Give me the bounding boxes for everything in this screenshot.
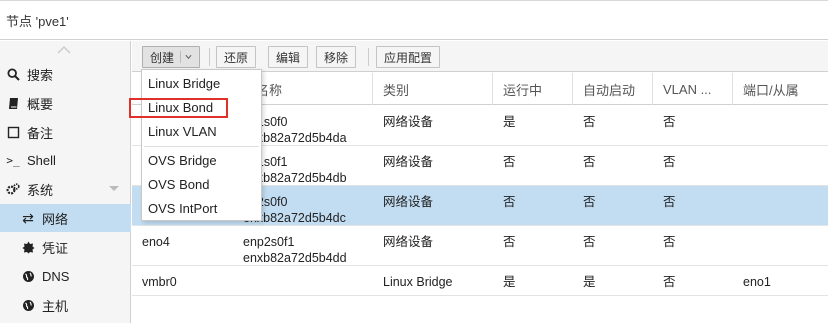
cell-autostart: 否: [583, 235, 596, 249]
cell-alt-name: enp2s0f1 enxb82a72d5b4dd: [243, 235, 347, 265]
revert-button[interactable]: 还原: [216, 46, 257, 68]
scroll-up-icon[interactable]: [57, 45, 71, 55]
cell-type: 网络设备: [383, 115, 434, 129]
globe-icon: [20, 297, 36, 313]
sidebar-item-label: 备注: [27, 125, 54, 141]
certificate-icon: [20, 239, 36, 255]
cell-vlan: 否: [663, 275, 676, 289]
menu-item-ovs-bond[interactable]: OVS Bond: [142, 172, 261, 196]
create-button-label: 创建: [150, 50, 175, 65]
sidebar: 搜索 概要 备注 >_ Shell 系统 ⇄ 网络 凭证 DNS 主机: [0, 41, 131, 323]
sidebar-item-notes[interactable]: 备注: [0, 118, 131, 146]
sidebar-item-label: DNS: [42, 268, 70, 284]
sidebar-item-label: Shell: [27, 152, 56, 168]
toolbar-divider: [209, 48, 210, 66]
highlight-box: [129, 98, 228, 118]
sidebar-item-dns[interactable]: DNS: [0, 262, 131, 290]
cell-autostart: 是: [583, 275, 596, 289]
cell-name: vmbr0: [142, 275, 177, 289]
remove-button[interactable]: 移除: [316, 46, 357, 68]
sidebar-item-label: 系统: [27, 182, 54, 198]
menu-item-linux-bridge[interactable]: Linux Bridge: [142, 71, 261, 95]
sidebar-item-label: 凭证: [42, 240, 69, 256]
book-icon: [5, 95, 21, 111]
sidebar-item-system[interactable]: 系统: [0, 175, 131, 203]
table-row[interactable]: eno4 enp2s0f1 enxb82a72d5b4dd 网络设备 否 否 否: [132, 226, 828, 266]
collapse-caret-icon[interactable]: [109, 186, 119, 191]
apply-config-button-label: 应用配置: [384, 50, 433, 65]
chevron-down-icon: [180, 51, 192, 63]
menu-divider: [144, 146, 259, 147]
gears-icon: [5, 181, 21, 197]
sidebar-item-label: 搜索: [27, 67, 54, 83]
notes-icon: [5, 124, 21, 140]
sidebar-item-label: 主机: [42, 298, 69, 314]
cell-ports: eno1: [743, 275, 771, 289]
menu-item-linux-vlan[interactable]: Linux VLAN: [142, 119, 261, 143]
cell-vlan: 否: [663, 155, 676, 169]
network-icon: ⇄: [22, 209, 34, 226]
edit-button-label: 编辑: [276, 50, 301, 65]
column-header-autostart[interactable]: 自动启动: [573, 73, 653, 105]
create-dropdown-menu: Linux Bridge Linux Bond Linux VLAN OVS B…: [141, 69, 262, 221]
cell-type: 网络设备: [383, 235, 434, 249]
terminal-icon: >_: [6, 153, 20, 167]
cell-vlan: 否: [663, 195, 676, 209]
cell-autostart: 否: [583, 115, 596, 129]
column-header-vlan[interactable]: VLAN ...: [653, 73, 733, 105]
revert-button-label: 还原: [224, 50, 249, 65]
sidebar-item-label: 概要: [27, 96, 54, 112]
apply-config-button[interactable]: 应用配置: [376, 46, 441, 68]
cell-type: 网络设备: [383, 195, 434, 209]
sidebar-item-network[interactable]: ⇄ 网络: [0, 204, 131, 232]
page-title: 节点 'pve1': [6, 14, 69, 29]
column-header-type[interactable]: 类别: [373, 73, 493, 105]
edit-button[interactable]: 编辑: [268, 46, 309, 68]
menu-item-ovs-intport[interactable]: OVS IntPort: [142, 196, 261, 220]
sidebar-item-summary[interactable]: 概要: [0, 89, 131, 117]
toolbar-divider: [368, 48, 369, 66]
cell-vlan: 否: [663, 235, 676, 249]
cell-type: Linux Bridge: [383, 275, 453, 289]
cell-running: 否: [503, 195, 516, 209]
cell-name: eno4: [142, 235, 170, 249]
cell-type: 网络设备: [383, 155, 434, 169]
sidebar-item-hosts[interactable]: 主机: [0, 291, 131, 319]
remove-button-label: 移除: [324, 50, 349, 65]
cell-vlan: 否: [663, 115, 676, 129]
table-row[interactable]: vmbr0 Linux Bridge 是 是 否 eno1: [132, 266, 828, 296]
divider: [0, 0, 828, 1]
node-header: 节点 'pve1': [0, 0, 828, 40]
globe-icon: [20, 268, 36, 284]
search-icon: [5, 66, 21, 82]
cell-autostart: 否: [583, 195, 596, 209]
sidebar-item-label: 网络: [42, 211, 69, 227]
column-header-ports[interactable]: 端口/从属: [733, 73, 828, 105]
menu-item-ovs-bridge[interactable]: OVS Bridge: [142, 148, 261, 172]
cell-running: 否: [503, 155, 516, 169]
toolbar: 创建 还原 编辑 移除 应用配置: [132, 41, 828, 72]
create-button[interactable]: 创建: [142, 46, 201, 68]
cell-running: 是: [503, 115, 516, 129]
cell-running: 否: [503, 235, 516, 249]
sidebar-item-search[interactable]: 搜索: [0, 60, 131, 88]
cell-autostart: 否: [583, 155, 596, 169]
cell-running: 是: [503, 275, 516, 289]
sidebar-item-shell[interactable]: >_ Shell: [0, 146, 131, 174]
column-header-running[interactable]: 运行中: [493, 73, 573, 105]
sidebar-item-certificates[interactable]: 凭证: [0, 233, 131, 261]
